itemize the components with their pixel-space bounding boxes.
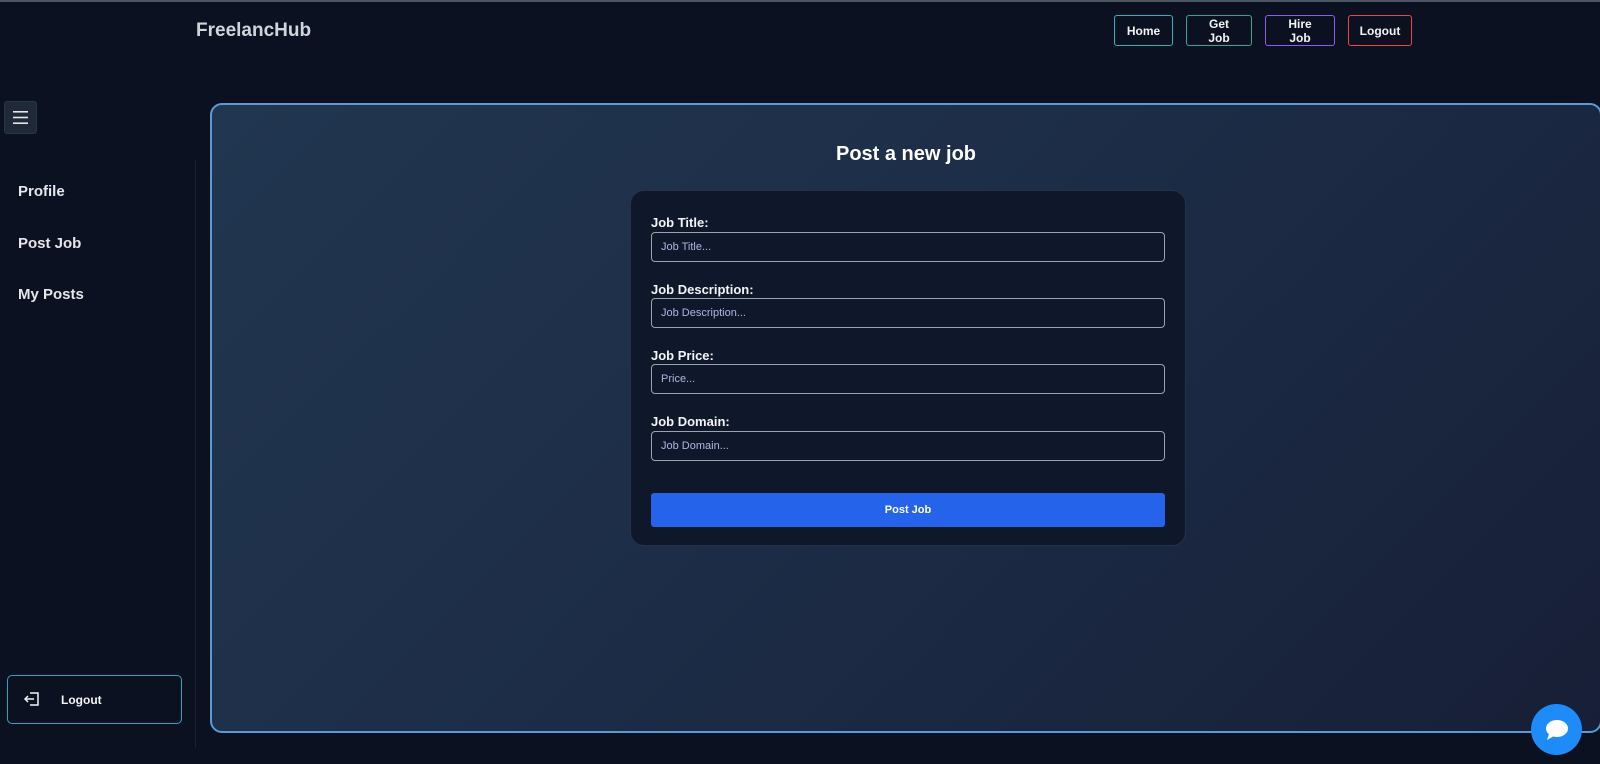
nav-logout-button[interactable]: Logout	[1348, 15, 1412, 46]
nav-hire-job-button[interactable]: Hire Job	[1265, 15, 1335, 46]
page-title: Post a new job	[835, 143, 977, 165]
job-domain-label: Job Domain:	[651, 414, 730, 429]
job-description-input[interactable]	[651, 298, 1165, 328]
sidebar-item-my-posts[interactable]: My Posts	[18, 286, 84, 303]
sidebar-logout-button[interactable]: Logout	[7, 675, 182, 724]
post-job-form: Job Title: Job Description: Job Price: J…	[630, 190, 1186, 546]
brand-logo[interactable]: FreelancHub	[196, 20, 311, 42]
sidebar-item-profile[interactable]: Profile	[18, 183, 65, 200]
sidebar-toggle-button[interactable]	[4, 101, 37, 134]
nav-get-job-button[interactable]: Get Job	[1186, 15, 1252, 46]
logout-icon	[24, 692, 39, 706]
sidebar-item-post-job[interactable]: Post Job	[18, 235, 81, 252]
chat-widget-button[interactable]	[1531, 704, 1582, 755]
top-nav: Home Get Job Hire Job Logout	[1114, 15, 1412, 46]
post-job-submit-button[interactable]: Post Job	[651, 493, 1165, 527]
top-border	[0, 0, 1600, 2]
hamburger-menu-icon	[13, 111, 28, 124]
job-title-input[interactable]	[651, 232, 1165, 262]
chat-bubble-icon	[1545, 719, 1568, 740]
job-price-label: Job Price:	[651, 348, 714, 363]
job-price-input[interactable]	[651, 364, 1165, 394]
job-title-label: Job Title:	[651, 215, 709, 230]
sidebar-logout-label: Logout	[61, 693, 102, 707]
nav-home-button[interactable]: Home	[1114, 15, 1173, 46]
main-panel: Post a new job Job Title: Job Descriptio…	[210, 103, 1600, 733]
job-domain-input[interactable]	[651, 431, 1165, 461]
sidebar-divider	[195, 160, 196, 748]
job-description-label: Job Description:	[651, 282, 754, 297]
